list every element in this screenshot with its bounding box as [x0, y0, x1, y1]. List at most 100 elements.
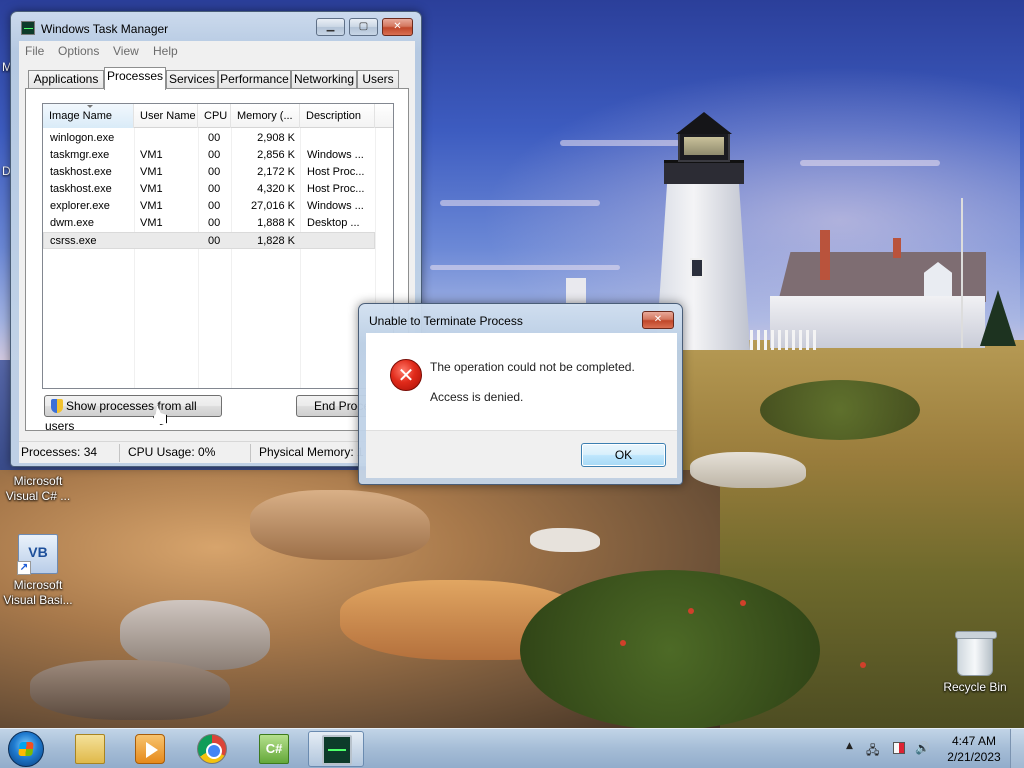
process-row[interactable]: explorer.exe VM1 00 27,016 K Windows ...	[43, 198, 375, 215]
column-memory[interactable]: Memory (...	[231, 104, 300, 128]
process-row-selected[interactable]: csrss.exe 00 1,828 K	[43, 232, 375, 249]
cloud	[430, 265, 620, 270]
status-divider	[250, 444, 251, 462]
process-row[interactable]: taskmgr.exe VM1 00 2,856 K Windows ...	[43, 147, 375, 164]
menu-options[interactable]: Options	[58, 44, 99, 58]
taskbar-visual-csharp[interactable]: C#	[246, 731, 302, 767]
taskbar-media-player[interactable]	[122, 731, 178, 767]
cell-description: Windows ...	[307, 149, 364, 161]
taskbar-task-manager[interactable]	[308, 731, 364, 767]
status-divider	[119, 444, 120, 462]
cell-cpu: 00	[208, 132, 221, 144]
status-bar: Processes: 34 CPU Usage: 0% Physical Mem…	[19, 441, 415, 463]
status-cpu-usage: CPU Usage: 0%	[128, 445, 216, 459]
status-process-count: Processes: 34	[21, 445, 98, 459]
cell-cpu: 00	[208, 166, 221, 178]
cloud	[800, 160, 940, 166]
media-player-icon	[135, 734, 165, 764]
cell-memory: 1,828 K	[257, 235, 295, 247]
desktop-icon-visual-csharp[interactable]: Microsoft Visual C# ...	[0, 474, 76, 504]
menu-help[interactable]: Help	[153, 44, 178, 58]
close-icon: ✕	[653, 314, 663, 325]
tab-applications[interactable]: Applications	[28, 70, 104, 89]
cell-user-name: VM1	[140, 183, 163, 195]
desktop-icon-recycle-bin[interactable]: Recycle Bin	[937, 631, 1013, 695]
menu-bar: File Options View Help	[19, 41, 415, 61]
taskbar: C# ▲ 🖧 🔊 4:47 AM 2/21/2023	[0, 728, 1024, 768]
network-icon[interactable]: 🖧	[866, 741, 879, 762]
chimney	[893, 238, 901, 258]
cell-cpu: 00	[208, 183, 221, 195]
rock	[530, 528, 600, 552]
desktop-icon-label: Microsoft Visual Basi...	[3, 578, 73, 607]
volume-icon[interactable]: 🔊	[915, 741, 930, 755]
tab-users[interactable]: Users	[357, 70, 399, 89]
taskbar-windows-explorer[interactable]	[62, 731, 118, 767]
minimize-icon: ▁	[326, 21, 335, 32]
rock	[690, 452, 806, 488]
lighthouse-gallery	[664, 160, 744, 184]
column-cpu[interactable]: CPU	[198, 104, 231, 128]
ok-button[interactable]: OK	[581, 443, 666, 467]
cell-cpu: 00	[208, 200, 221, 212]
desktop-icon-label: Microsoft Visual C# ...	[5, 474, 71, 503]
dialog-close-button[interactable]: ✕	[642, 311, 674, 329]
cell-memory: 27,016 K	[250, 200, 295, 212]
cell-user-name: VM1	[140, 217, 163, 229]
cell-description: Desktop ...	[307, 217, 360, 229]
cloud	[440, 200, 600, 206]
dialog-message: The operation could not be completed.	[430, 360, 635, 374]
cell-description: Host Proc...	[307, 166, 365, 178]
flagpole	[961, 198, 963, 348]
cell-image-name: taskmgr.exe	[50, 149, 110, 161]
window-title: Windows Task Manager	[41, 22, 169, 36]
process-row[interactable]: dwm.exe VM1 00 1,888 K Desktop ...	[43, 215, 375, 232]
cell-image-name: dwm.exe	[50, 217, 95, 229]
task-manager-body: Applications Processes Services Performa…	[19, 61, 415, 441]
recycle-bin-icon	[955, 631, 997, 676]
show-hidden-icons-chevron-icon[interactable]: ▲	[846, 741, 853, 751]
error-dialog[interactable]: Unable to Terminate Process ✕ ✕ The oper…	[358, 303, 683, 485]
start-button[interactable]	[8, 731, 44, 767]
visual-basic-icon: VB ↗	[17, 534, 58, 575]
taskbar-chrome[interactable]	[184, 731, 240, 767]
minimize-button[interactable]: ▁	[316, 18, 345, 36]
cell-description: Windows ...	[307, 200, 364, 212]
maximize-button[interactable]: ▢	[349, 18, 378, 36]
tab-processes[interactable]: Processes	[104, 67, 166, 90]
tab-networking[interactable]: Networking	[291, 70, 357, 89]
flower	[860, 662, 866, 668]
cell-memory: 1,888 K	[257, 217, 295, 229]
menu-view[interactable]: View	[113, 44, 139, 58]
process-row[interactable]: taskhost.exe VM1 00 2,172 K Host Proc...	[43, 164, 375, 181]
desktop-icon-visual-basic[interactable]: VB ↗ Microsoft Visual Basi...	[0, 534, 76, 608]
show-desktop-button[interactable]	[1010, 729, 1024, 768]
dialog-button-area: OK	[366, 430, 677, 478]
bush	[520, 570, 820, 728]
cell-memory: 2,172 K	[257, 166, 295, 178]
tab-performance[interactable]: Performance	[218, 70, 291, 89]
status-physical-memory: Physical Memory: 1	[259, 445, 364, 459]
action-center-flag-icon[interactable]	[893, 742, 905, 754]
process-row[interactable]: taskhost.exe VM1 00 4,320 K Host Proc...	[43, 181, 375, 198]
processes-panel: Image Name User Name CPU Memory (... Des…	[25, 88, 409, 433]
dialog-title: Unable to Terminate Process	[369, 314, 523, 328]
process-list[interactable]: Image Name User Name CPU Memory (... Des…	[42, 103, 394, 389]
column-description[interactable]: Description	[300, 104, 375, 128]
dialog-detail: Access is denied.	[430, 390, 524, 404]
column-user-name[interactable]: User Name	[134, 104, 198, 128]
menu-file[interactable]: File	[25, 44, 44, 58]
flower	[688, 608, 694, 614]
folder-icon	[75, 734, 105, 764]
rock	[30, 660, 230, 720]
cell-image-name: explorer.exe	[50, 200, 110, 212]
cell-memory: 4,320 K	[257, 183, 295, 195]
close-button[interactable]: ✕	[382, 18, 413, 36]
clock-time: 4:47 AM	[951, 734, 997, 748]
column-image-name[interactable]: Image Name	[43, 104, 134, 128]
system-clock[interactable]: 4:47 AM 2/21/2023	[944, 733, 1004, 765]
tab-services[interactable]: Services	[166, 70, 218, 89]
show-all-processes-button[interactable]: Show processes from all users	[44, 395, 222, 433]
process-row[interactable]: winlogon.exe 00 2,908 K	[43, 130, 375, 147]
rock	[250, 490, 430, 560]
